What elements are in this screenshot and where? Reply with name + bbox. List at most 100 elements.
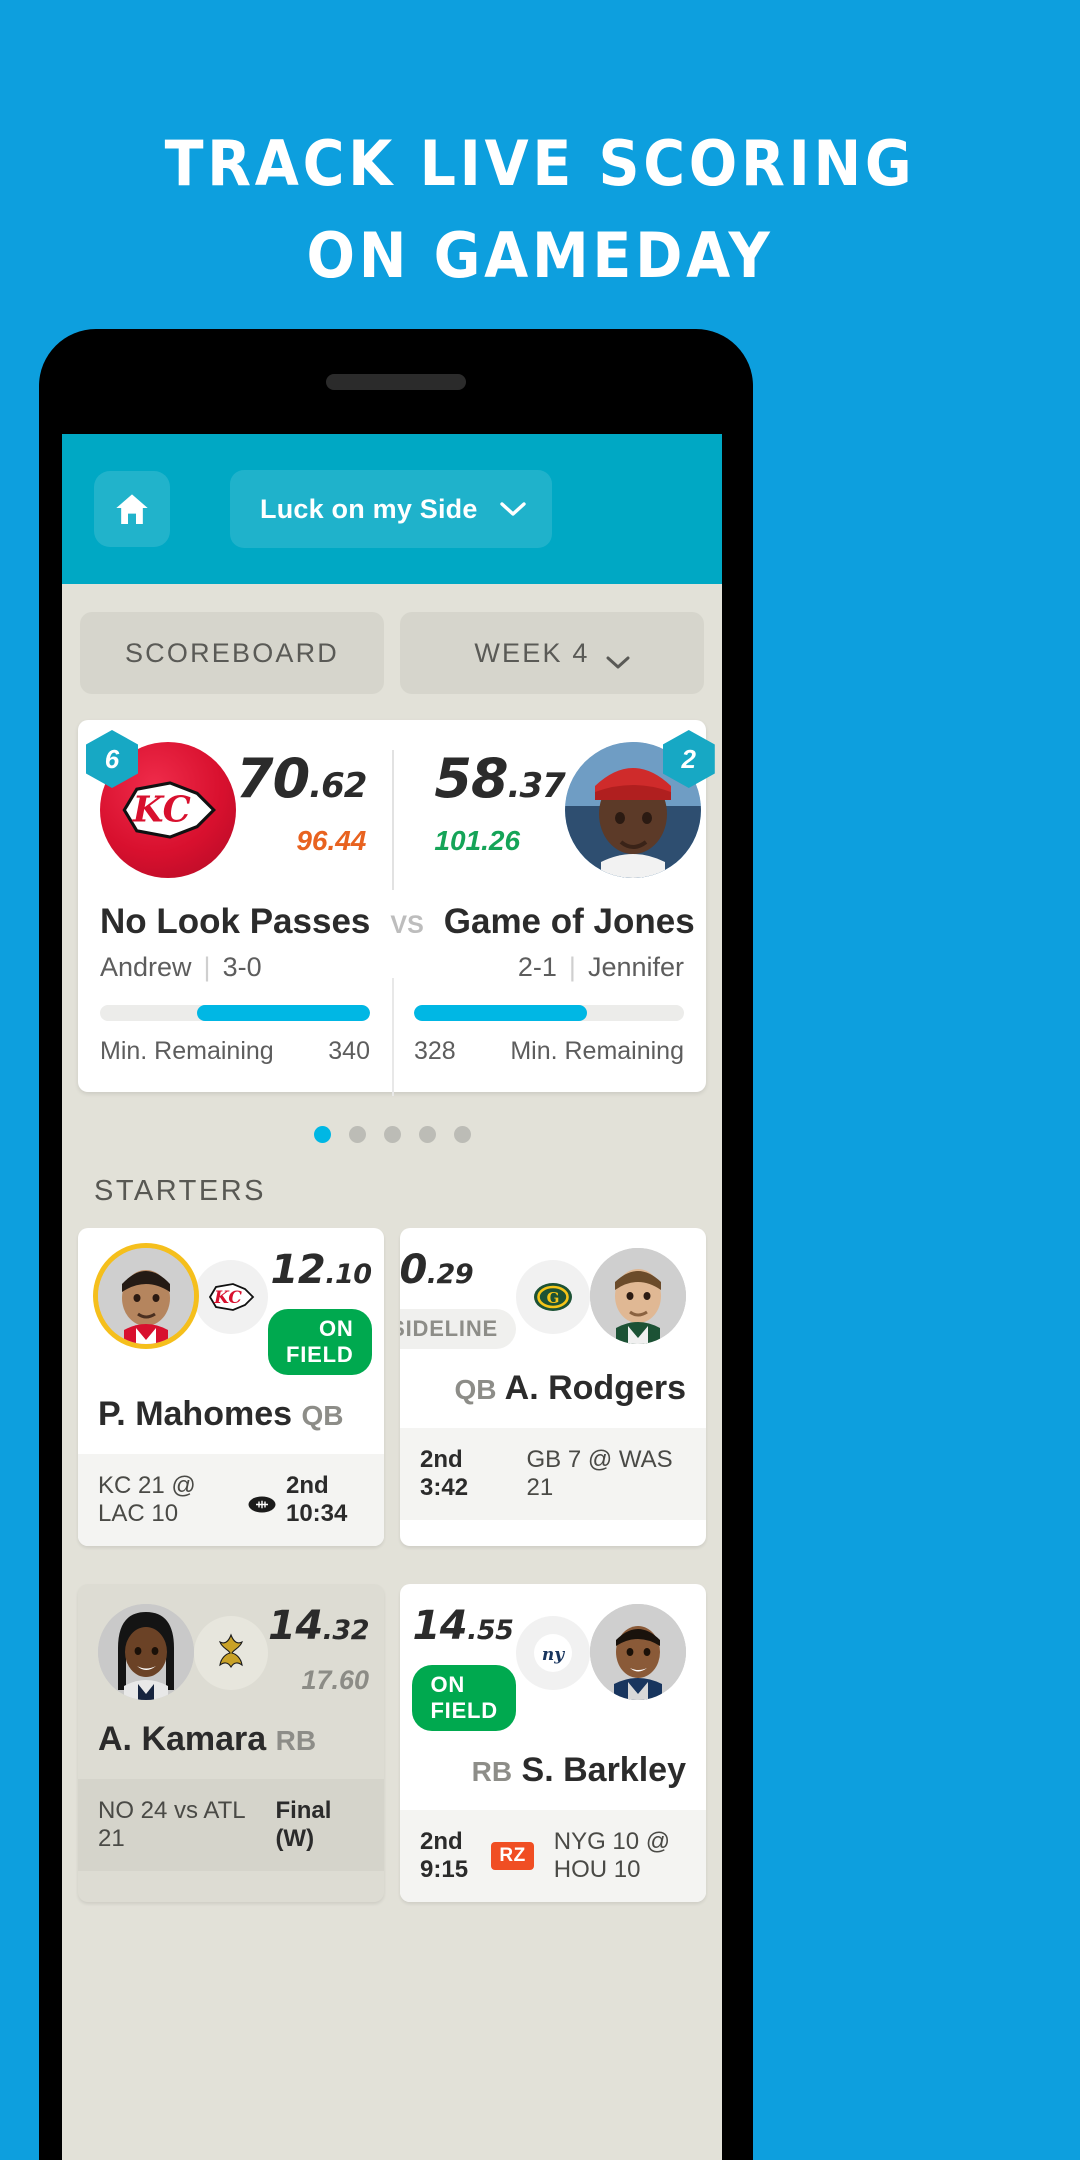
kansas-city-chiefs-logo-icon: KC [208,1283,255,1311]
player-game-footer: KC 21 @ LAC 10 2nd 10:34 [78,1454,384,1546]
game-score: GB 7 @ WAS 21 [526,1446,673,1501]
left-projection: 96.44 [296,825,367,856]
headshot-photo [98,1604,194,1700]
player-headshot [98,1248,194,1344]
player-name: P. Mahomes [98,1395,293,1433]
team-selector[interactable]: Luck on my Side [230,470,552,548]
starters-row-1: KC 12.10 ON FIELD P. Mahomes QB KC 21 @ … [62,1208,722,1546]
game-clock: 2nd 3:42 [420,1446,469,1501]
headshot-photo [590,1248,686,1344]
svg-text:ny: ny [542,1645,565,1665]
divider: | [568,952,576,982]
left-manager: Andrew [100,952,192,982]
player-name-row: A. Kamara RB [98,1720,364,1759]
player-card-kamara[interactable]: 14.32 17.60 A. Kamara RB NO 24 vs ATL 21… [78,1584,384,1902]
left-team-logo: KC 6 [86,730,236,878]
carousel-dots[interactable] [62,1126,722,1143]
player-headshot [590,1604,686,1700]
tab-scoreboard[interactable]: SCOREBOARD [80,612,384,694]
left-score-decimal: .62 [309,766,367,806]
page-title: TRACK LIVE SCORING ON GAMEDAY [43,118,1037,302]
game-clock: 2nd 10:34 [285,1472,348,1527]
player-card-mahomes[interactable]: KC 12.10 ON FIELD P. Mahomes QB KC 21 @ … [78,1228,384,1546]
left-progress-bar [100,1005,370,1021]
player-score-decimal: .32 [322,1615,370,1646]
player-name-row: P. Mahomes QB [98,1395,364,1434]
player-score-whole: 14 [268,1603,323,1649]
player-score-decimal: .29 [426,1259,474,1290]
tab-bar: SCOREBOARD WEEK 4 [62,584,722,694]
player-position: QB [454,1374,497,1405]
red-zone-badge: RZ [491,1842,534,1870]
tab-week-label: WEEK 4 [474,637,590,668]
right-team-avatar: 2 [564,730,715,878]
player-headshot [98,1604,194,1700]
chevron-down-icon [499,501,526,517]
tab-scoreboard-label: SCOREBOARD [124,637,340,668]
app-screen: Luck on my Side SCOREBOARD WEEK 4 KC 6 7… [62,434,722,2160]
team-logo-chip [194,1616,268,1690]
status-badge: ON FIELD [268,1309,372,1375]
left-manager-record: Andrew | 3-0 [100,952,392,983]
phone-mockup: Luck on my Side SCOREBOARD WEEK 4 KC 6 7… [40,330,752,2160]
svg-text:KC: KC [132,789,191,830]
player-score-decimal: .10 [325,1259,372,1290]
player-score-decimal: .55 [467,1615,514,1646]
game-clock: 2nd 9:15 [420,1828,469,1883]
player-score-whole: 10 [400,1247,427,1293]
team-logo-chip: ny [516,1616,590,1690]
score-row: 70.62 96.44 58.37 101.26 [236,742,566,857]
player-name-row: RB S. Barkley [420,1751,686,1790]
football-possession-icon [248,1492,276,1512]
right-score-decimal: .37 [507,766,566,806]
carousel-dot-2[interactable] [348,1126,366,1143]
carousel-dot-4[interactable] [418,1126,436,1143]
player-score: 12.10 [268,1247,373,1297]
right-record: 2-1 [517,952,557,982]
carousel-dot-1[interactable] [313,1126,331,1143]
headline-line-2: ON GAMEDAY [306,219,774,292]
headline-line-1: TRACK LIVE SCORING [164,127,916,200]
new-orleans-saints-logo-icon [219,1633,243,1669]
player-score-whole: 14 [412,1603,468,1649]
right-minutes: 328 Min. Remaining [414,1037,684,1066]
player-score: 10.29 [400,1248,516,1297]
right-score-whole: 58 [434,747,508,810]
player-game-footer: 2nd 9:15 RZ NYG 10 @ HOU 10 [400,1810,706,1902]
team-selector-label: Luck on my Side [260,493,478,524]
new-york-giants-logo-icon: ny [534,1634,572,1672]
headshot-photo [98,1248,194,1344]
game-score: KC 21 @ LAC 10 [98,1472,196,1527]
right-score: 58.37 [434,747,566,815]
headshot-photo [590,1604,686,1700]
player-score-whole: 12 [270,1247,326,1293]
carousel-dot-3[interactable] [383,1126,401,1143]
game-clock: Final (W) [275,1797,332,1852]
team-names-row: No Look Passes VS Game of Jones [100,902,695,942]
player-position: QB [301,1400,344,1431]
player-position: RB [275,1725,317,1756]
status-badge: SIDELINE [400,1309,516,1349]
carousel-dot-5[interactable] [453,1126,471,1143]
green-bay-packers-logo-icon: G [534,1283,572,1311]
tab-week-selector[interactable]: WEEK 4 [400,612,704,694]
home-button[interactable] [94,471,170,547]
matchup-card[interactable]: KC 6 70.62 96.44 58.37 101.26 2 No Look … [78,720,715,1096]
player-card-rodgers[interactable]: G 10.29 SIDELINE QB A. Rodgers [400,1228,706,1546]
game-score: NO 24 vs ATL 21 [98,1797,245,1852]
phone-speaker [326,374,466,390]
player-score: 14.55 [412,1604,516,1653]
player-name: A. Rodgers [504,1369,686,1407]
app-header: Luck on my Side [62,434,722,584]
right-progress-bar [414,1005,684,1021]
right-projection: 101.26 [434,825,521,856]
chevron-down-icon [606,646,630,668]
player-projection: 17.60 [301,1665,370,1695]
player-headshot [590,1248,686,1344]
right-minutes-label: Min. Remaining [510,1037,684,1065]
player-position: RB [471,1756,513,1787]
player-name: S. Barkley [521,1751,686,1789]
right-manager-record: 2-1 | Jennifer [392,952,684,983]
player-card-barkley[interactable]: ny 14.55 ON FIELD RB S. Barkley 2nd 9:15… [400,1584,706,1902]
right-minutes-value: 328 [414,1037,456,1065]
